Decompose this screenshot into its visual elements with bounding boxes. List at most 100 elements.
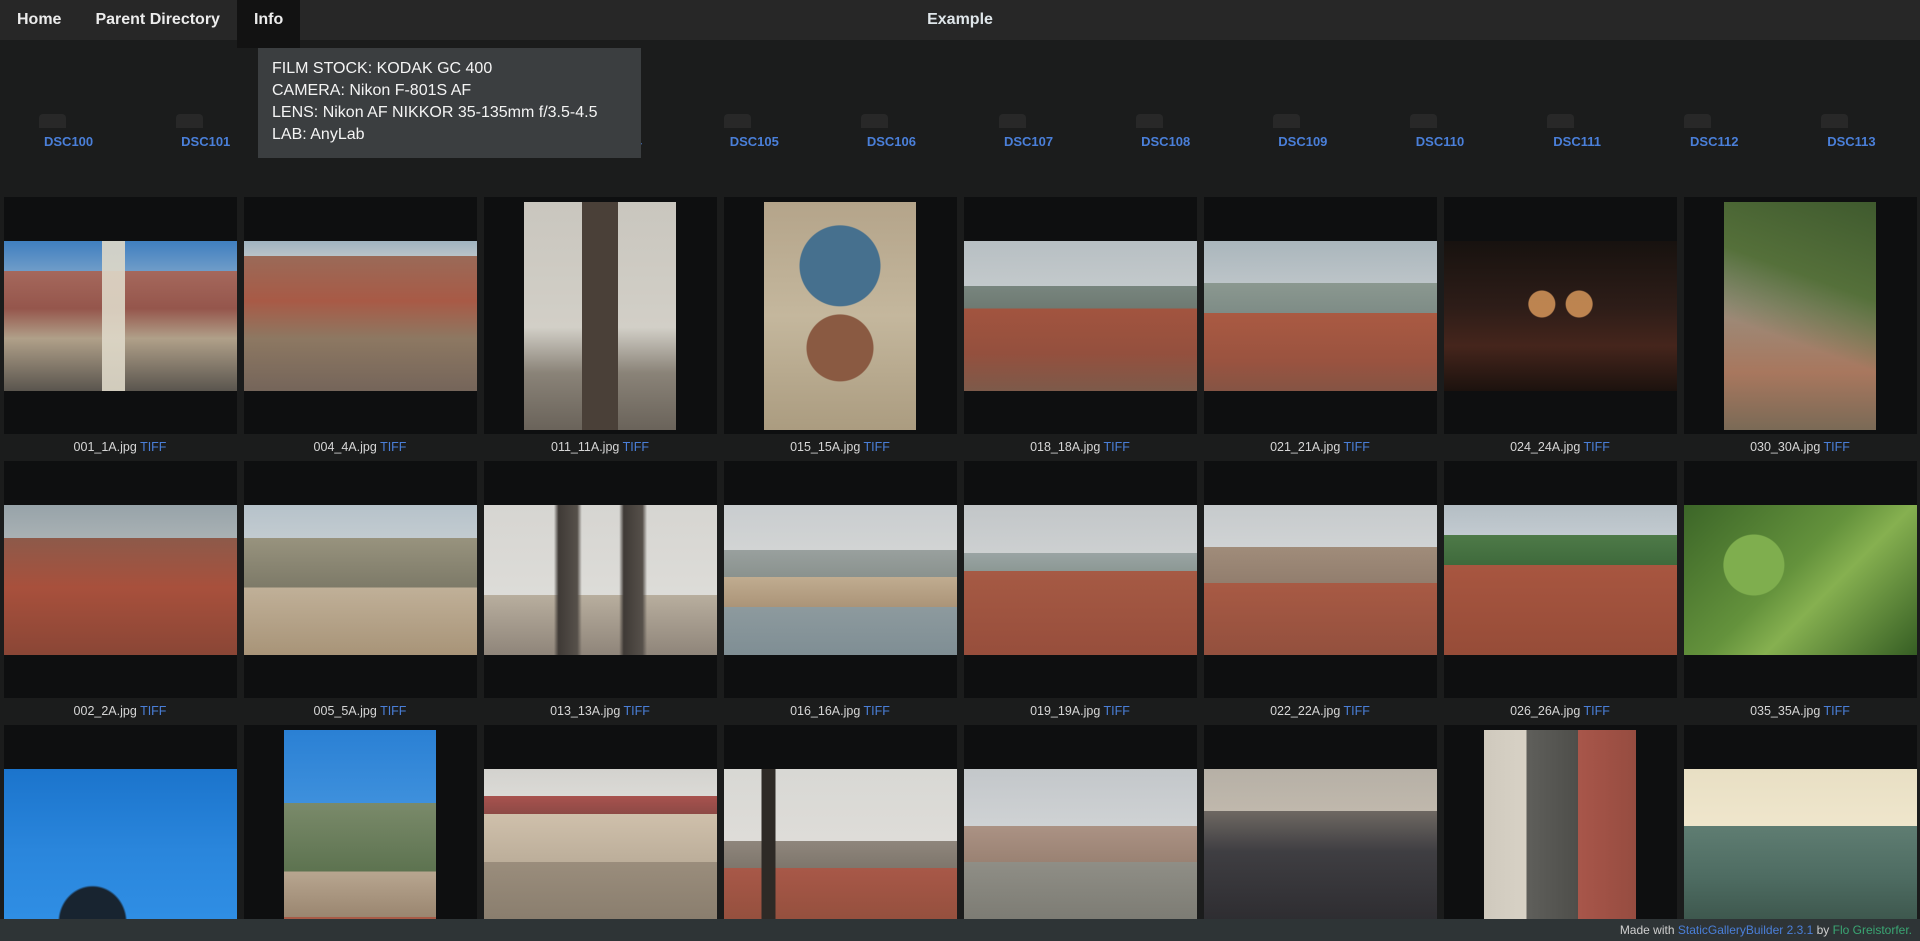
folder-link-dsc105[interactable]: DSC105 xyxy=(686,125,823,149)
author-link[interactable]: Flo Greistorfer. xyxy=(1833,923,1912,937)
gallery-cell xyxy=(1200,725,1440,941)
gallery-cell: 004_4A.jpg TIFF xyxy=(240,197,480,461)
photo-link[interactable] xyxy=(4,725,237,941)
photo-link[interactable] xyxy=(4,197,237,434)
photo-thumbnail[interactable] xyxy=(1204,769,1437,919)
photo-thumbnail[interactable] xyxy=(524,202,676,430)
tiff-link[interactable]: TIFF xyxy=(1104,704,1130,718)
photo-link[interactable] xyxy=(1444,725,1677,941)
photo-thumbnail[interactable] xyxy=(1204,505,1437,655)
photo-link[interactable] xyxy=(964,197,1197,434)
tiff-link[interactable]: TIFF xyxy=(1104,440,1130,454)
photo-link[interactable] xyxy=(1444,197,1677,434)
tiff-link[interactable]: TIFF xyxy=(140,704,166,718)
photo-thumbnail[interactable] xyxy=(284,730,436,941)
photo-thumbnail[interactable] xyxy=(964,241,1197,391)
photo-link[interactable] xyxy=(1204,725,1437,941)
photo-thumbnail[interactable] xyxy=(4,505,237,655)
tiff-link[interactable]: TIFF xyxy=(1584,440,1610,454)
photo-thumbnail[interactable] xyxy=(1724,202,1876,430)
photo-link[interactable] xyxy=(724,725,957,941)
nav-item-home[interactable]: Home xyxy=(0,0,78,40)
tiff-link[interactable]: TIFF xyxy=(380,440,406,454)
photo-thumbnail[interactable] xyxy=(1444,505,1677,655)
photo-caption: 026_26A.jpg TIFF xyxy=(1444,698,1677,725)
nav-item-parent-directory[interactable]: Parent Directory xyxy=(78,0,237,40)
photo-link[interactable] xyxy=(1204,461,1437,698)
tiff-link[interactable]: TIFF xyxy=(623,440,649,454)
photo-link[interactable] xyxy=(1204,197,1437,434)
photo-link[interactable] xyxy=(964,725,1197,941)
gallery-cell: 002_2A.jpg TIFF xyxy=(0,461,240,725)
photo-thumbnail[interactable] xyxy=(4,241,237,391)
photo-link[interactable] xyxy=(1684,725,1917,941)
photo-caption: 015_15A.jpg TIFF xyxy=(724,434,957,461)
photo-thumbnail[interactable] xyxy=(244,505,477,655)
folder-link-dsc110[interactable]: DSC110 xyxy=(1371,125,1508,149)
photo-link[interactable] xyxy=(1684,197,1917,434)
photo-caption: 022_22A.jpg TIFF xyxy=(1204,698,1437,725)
folder-link-dsc100[interactable]: DSC100 xyxy=(0,125,137,149)
photo-link[interactable] xyxy=(1444,461,1677,698)
folder-link-dsc107[interactable]: DSC107 xyxy=(960,125,1097,149)
folder-label: DSC112 xyxy=(1646,134,1783,149)
photo-thumbnail[interactable] xyxy=(1684,769,1917,919)
photo-caption: 030_30A.jpg TIFF xyxy=(1684,434,1917,461)
info-line-lab: LAB: AnyLab xyxy=(272,124,627,146)
photo-link[interactable] xyxy=(484,197,717,434)
gallery-cell: 018_18A.jpg TIFF xyxy=(960,197,1200,461)
folder-label: DSC105 xyxy=(686,134,823,149)
photo-thumbnail[interactable] xyxy=(1684,505,1917,655)
folder-link-dsc111[interactable]: DSC111 xyxy=(1509,125,1646,149)
tiff-link[interactable]: TIFF xyxy=(140,440,166,454)
folder-link-dsc101[interactable]: DSC101 xyxy=(137,125,274,149)
nav-items: Home Parent Directory Info xyxy=(0,0,1920,48)
gallery-cell: 005_5A.jpg TIFF xyxy=(240,461,480,725)
info-line-lens: LENS: Nikon AF NIKKOR 35-135mm f/3.5-4.5 xyxy=(272,102,627,124)
gallery-cell: 026_26A.jpg TIFF xyxy=(1440,461,1680,725)
folder-link-dsc112[interactable]: DSC112 xyxy=(1646,125,1783,149)
tiff-link[interactable]: TIFF xyxy=(1344,440,1370,454)
photo-link[interactable] xyxy=(964,461,1197,698)
photo-thumbnail[interactable] xyxy=(1484,730,1636,941)
folder-link-dsc113[interactable]: DSC113 xyxy=(1783,125,1920,149)
gallery-cell xyxy=(960,725,1200,941)
nav-item-info[interactable]: Info xyxy=(237,0,300,48)
photo-thumbnail[interactable] xyxy=(484,769,717,919)
tiff-link[interactable]: TIFF xyxy=(1824,440,1850,454)
tiff-link[interactable]: TIFF xyxy=(1584,704,1610,718)
photo-thumbnail[interactable] xyxy=(964,505,1197,655)
builder-link[interactable]: StaticGalleryBuilder 2.3.1 xyxy=(1678,923,1813,937)
photo-filename: 018_18A.jpg xyxy=(1030,440,1100,454)
tiff-link[interactable]: TIFF xyxy=(864,440,890,454)
tiff-link[interactable]: TIFF xyxy=(624,704,650,718)
photo-thumbnail[interactable] xyxy=(764,202,916,430)
tiff-link[interactable]: TIFF xyxy=(1344,704,1370,718)
folder-link-dsc109[interactable]: DSC109 xyxy=(1234,125,1371,149)
photo-thumbnail[interactable] xyxy=(4,769,237,919)
photo-thumbnail[interactable] xyxy=(1444,241,1677,391)
photo-thumbnail[interactable] xyxy=(724,769,957,919)
tiff-link[interactable]: TIFF xyxy=(864,704,890,718)
tiff-link[interactable]: TIFF xyxy=(1824,704,1850,718)
photo-link[interactable] xyxy=(1684,461,1917,698)
photo-thumbnail[interactable] xyxy=(724,505,957,655)
gallery-row: 002_2A.jpg TIFF 005_5A.jpg TIFF 013_13A.… xyxy=(0,461,1920,725)
photo-link[interactable] xyxy=(244,197,477,434)
photo-link[interactable] xyxy=(4,461,237,698)
photo-link[interactable] xyxy=(724,461,957,698)
photo-thumbnail[interactable] xyxy=(484,505,717,655)
folder-link-dsc106[interactable]: DSC106 xyxy=(823,125,960,149)
photo-link[interactable] xyxy=(244,725,477,941)
photo-link[interactable] xyxy=(724,197,957,434)
photo-link[interactable] xyxy=(244,461,477,698)
tiff-link[interactable]: TIFF xyxy=(380,704,406,718)
photo-link[interactable] xyxy=(484,461,717,698)
photo-thumbnail[interactable] xyxy=(964,769,1197,919)
photo-link[interactable] xyxy=(484,725,717,941)
folder-label: DSC108 xyxy=(1097,134,1234,149)
photo-thumbnail[interactable] xyxy=(1204,241,1437,391)
photo-thumbnail[interactable] xyxy=(244,241,477,391)
folder-link-dsc108[interactable]: DSC108 xyxy=(1097,125,1234,149)
photo-filename: 013_13A.jpg xyxy=(550,704,620,718)
